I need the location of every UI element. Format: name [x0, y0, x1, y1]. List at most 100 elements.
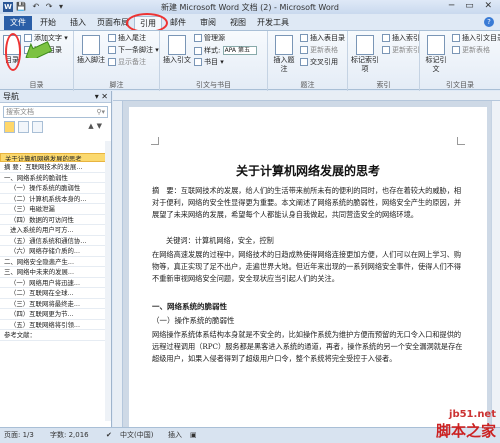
tab-file[interactable]: 文件	[4, 16, 32, 30]
next-footnote-button[interactable]: 下一条脚注 ▾	[108, 46, 159, 55]
insert-citation-button[interactable]: 插入引文	[163, 35, 191, 65]
update-index-button[interactable]: 更新索引	[382, 46, 420, 55]
ribbon: 目录 添加文字 ▾ 更新目录 目录 插入脚注 插入尾注 下一条脚注 ▾ 显示备注…	[0, 30, 500, 91]
nav-item[interactable]: 摘 要：互联网技术的发展...	[0, 162, 108, 173]
nav-item[interactable]: （一）操作系统的脆弱性	[0, 183, 108, 194]
watermark-url: jb51.net	[449, 409, 496, 420]
tab-mailings[interactable]: 邮件	[164, 16, 192, 30]
nav-item[interactable]: 进入系统的用户可方...	[0, 225, 108, 236]
next-footnote-label: 下一条脚注 ▾	[118, 46, 159, 54]
show-notes-icon	[108, 58, 116, 66]
insert-citation-icon	[168, 35, 186, 55]
insert-index-button[interactable]: 插入索引	[382, 34, 420, 43]
insert-citation-label: 插入引文	[163, 56, 191, 64]
nav-title: 导航	[3, 92, 19, 101]
nav-search-input[interactable]: 搜索文档 ⚲▾	[3, 106, 108, 118]
tab-developer[interactable]: 开发工具	[254, 16, 292, 30]
update-index-label: 更新索引	[392, 46, 420, 54]
document-page[interactable]: 关于计算机网络发展的思考 摘 要：互联网技术的发展，给人们的生活带来前所未有的便…	[129, 107, 487, 427]
mark-entry-button[interactable]: 标记索引项	[351, 35, 379, 74]
update-table-button[interactable]: 更新表格	[300, 46, 338, 55]
nav-item[interactable]: （二）互联网在全球...	[0, 288, 108, 299]
page-count[interactable]: 页面: 1/3	[4, 428, 34, 443]
vertical-ruler[interactable]	[113, 101, 123, 427]
nav-item[interactable]: （六）网络存储介质的...	[0, 246, 108, 257]
macro-record-icon[interactable]: ▣	[190, 428, 197, 443]
tab-insert[interactable]: 插入	[64, 16, 92, 30]
close-icon[interactable]: ▾ ✕	[95, 91, 108, 103]
show-notes-button[interactable]: 显示备注	[108, 58, 146, 67]
insert-table-of-figures-button[interactable]: 插入表目录	[300, 34, 345, 43]
search-icon[interactable]: ⚲▾	[96, 107, 105, 118]
insert-endnote-icon	[108, 34, 116, 42]
group-label-footnotes: 脚注	[109, 81, 124, 89]
manage-sources-icon	[194, 34, 202, 42]
group-index: 标记索引项 插入索引 更新索引 索引	[348, 31, 420, 91]
update-authorities-label: 更新表格	[462, 46, 490, 54]
document-heading: 一、网络系统的脆弱性	[152, 302, 227, 311]
tab-home[interactable]: 开始	[34, 16, 62, 30]
document-title: 关于计算机网络发展的思考	[235, 164, 380, 178]
nav-item[interactable]: 二、网络安全隐患产生...	[0, 257, 108, 267]
insert-footnote-button[interactable]: 插入脚注	[77, 35, 105, 65]
nav-item[interactable]: （四）互联网更为节...	[0, 309, 108, 320]
style-value[interactable]: APA 第五	[222, 46, 257, 55]
results-view-icon[interactable]	[32, 121, 43, 133]
cross-reference-button[interactable]: 交叉引用	[300, 58, 338, 67]
headings-view-icon[interactable]	[4, 121, 15, 133]
group-label-toc: 目录	[29, 81, 44, 89]
citation-style-select[interactable]: 样式: APA 第五	[194, 46, 257, 56]
mark-citation-icon	[427, 35, 445, 55]
help-icon[interactable]: ?	[484, 17, 494, 27]
nav-item[interactable]: （二）计算机系统本身的...	[0, 194, 108, 204]
nav-item[interactable]: 一、网络系统的脆弱性	[0, 173, 108, 183]
margin-corner-mark	[457, 137, 465, 145]
ribbon-tabs: 文件 开始 插入 页面布局 引用 邮件 审阅 视图 开发工具 ?	[0, 14, 500, 30]
manage-sources-button[interactable]: 管理源	[194, 34, 225, 43]
mark-citation-button[interactable]: 标记引文	[423, 35, 449, 74]
title-bar: W 💾 ↶ ↷ ▾ 新建 Microsoft Word 文档 (2) - Mic…	[0, 0, 500, 14]
nav-item[interactable]: （五）通信系统和通信协...	[0, 236, 108, 246]
pages-view-icon[interactable]	[18, 121, 29, 133]
nav-item[interactable]: （四）数据的可访问性	[0, 215, 108, 225]
proofing-icon[interactable]: ✔	[106, 428, 112, 443]
nav-item[interactable]: 三、网络中未来的发展...	[0, 267, 108, 278]
watermark-text: 脚本之家	[435, 422, 496, 440]
horizontal-ruler[interactable]	[113, 91, 500, 101]
insert-mode[interactable]: 插入	[168, 428, 182, 443]
bibliography-label: 书目 ▾	[204, 58, 224, 66]
nav-item[interactable]: （五）互联网络将引领...	[0, 320, 108, 330]
window-controls[interactable]: ─ ▭ ✕	[449, 1, 496, 11]
tab-view[interactable]: 视图	[224, 16, 252, 30]
group-authorities: 标记引文 插入引文目录 更新表格 引文目录	[420, 31, 500, 91]
language-indicator[interactable]: 中文(中国)	[120, 428, 153, 443]
word-count[interactable]: 字数: 2,016	[50, 428, 89, 443]
nav-item[interactable]: （三）互联网将最终走...	[0, 299, 108, 309]
group-label-index: 索引	[376, 81, 391, 89]
insert-authorities-button[interactable]: 插入引文目录	[452, 34, 500, 43]
group-captions: 插入题注 插入表目录 更新表格 交叉引用 题注	[268, 31, 348, 91]
update-authorities-button[interactable]: 更新表格	[452, 46, 490, 55]
insert-endnote-button[interactable]: 插入尾注	[108, 34, 146, 43]
insert-footnote-label: 插入脚注	[77, 56, 105, 64]
nav-item[interactable]: 关于计算机网络发展的思考	[0, 153, 108, 162]
margin-corner-mark	[151, 137, 159, 145]
nav-item[interactable]: （一）网络用户将迅速...	[0, 278, 108, 288]
insert-caption-button[interactable]: 插入题注	[271, 35, 297, 74]
nav-item[interactable]: 参考文献：	[0, 330, 108, 341]
show-notes-label: 显示备注	[118, 58, 146, 66]
nav-header: 导航 ▾ ✕	[0, 91, 111, 103]
group-citations: 插入引文 管理源 样式: APA 第五 书目 ▾ 引文与书目	[160, 31, 268, 91]
watermark: jb51.net 脚本之家	[436, 409, 496, 441]
nav-scrollbar[interactable]	[105, 141, 111, 421]
insert-endnote-label: 插入尾注	[118, 34, 146, 42]
document-abstract: 摘 要：互联网技术的发展，给人们的生活带来前所未有的便利的同时，也存在着较大的威…	[152, 186, 462, 219]
nav-arrows-icon[interactable]: ▲▼	[88, 122, 105, 130]
document-scrollbar[interactable]	[491, 101, 500, 427]
mark-entry-icon	[356, 35, 374, 55]
tab-review[interactable]: 审阅	[194, 16, 222, 30]
style-icon	[194, 46, 202, 55]
bibliography-button[interactable]: 书目 ▾	[194, 58, 224, 67]
nav-item[interactable]: （三）电磁泄漏	[0, 204, 108, 215]
annotation-circle-toc-button	[5, 33, 21, 71]
